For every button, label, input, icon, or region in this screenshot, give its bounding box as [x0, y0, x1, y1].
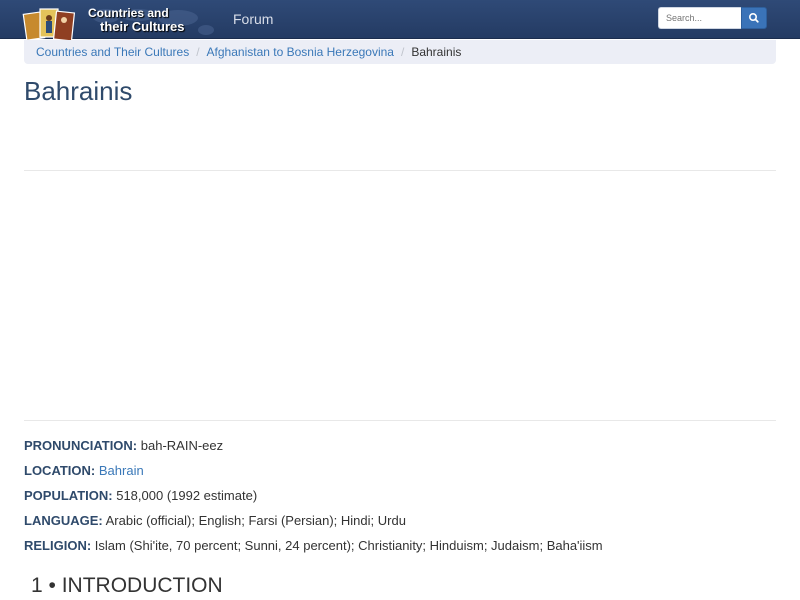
- fact-value: bah-RAIN-eez: [140, 438, 224, 453]
- section-heading-introduction: 1 • INTRODUCTION: [31, 574, 223, 597]
- site-logo[interactable]: Countries and their Cultures: [22, 4, 218, 42]
- divider-bottom: [24, 420, 776, 421]
- fact-label: LANGUAGE:: [24, 513, 103, 528]
- fact-language: LANGUAGE: Arabic (official); English; Fa…: [24, 511, 776, 536]
- facts-list: PRONUNCIATION: bah-RAIN-eez LOCATION: Ba…: [24, 436, 776, 561]
- breadcrumb: Countries and Their Cultures / Afghanistan…: [24, 40, 776, 64]
- breadcrumb-separator: /: [400, 45, 405, 59]
- fact-label: PRONUNCIATION:: [24, 438, 138, 453]
- fact-population: POPULATION: 518,000 (1992 estimate): [24, 486, 776, 511]
- fact-label: POPULATION:: [24, 488, 113, 503]
- breadcrumb-afghanistan-to-bosnia-herzegovina[interactable]: Afghanistan to Bosnia Herzegovina: [207, 45, 394, 59]
- breadcrumb-separator: /: [196, 45, 200, 59]
- page-title: Bahrainis: [24, 76, 133, 106]
- fact-religion: RELIGION: Islam (Shi'ite, 70 percent; Su…: [24, 536, 776, 561]
- site-name-line1: Countries and: [88, 6, 169, 20]
- breadcrumb-current-bahrainis: Bahrainis: [411, 45, 462, 59]
- search-input[interactable]: [658, 7, 741, 29]
- fact-pronunciation: PRONUNCIATION: bah-RAIN-eez: [24, 436, 776, 461]
- breadcrumb-countries-and-their-cultures[interactable]: Countries and Their Cultures: [36, 45, 189, 59]
- fact-location: LOCATION: Bahrain: [24, 461, 776, 486]
- site-name: Countries and their Cultures: [88, 6, 185, 34]
- site-name-line2: their Cultures: [100, 19, 185, 34]
- divider-top: [24, 170, 776, 171]
- fact-value: Arabic (official); English; Farsi (Persi…: [105, 513, 406, 528]
- search-button[interactable]: [741, 7, 767, 29]
- fact-value: 518,000 (1992 estimate): [116, 488, 258, 503]
- fact-label: RELIGION:: [24, 538, 92, 553]
- fact-value: Islam (Shi'ite, 70 percent; Sunni, 24 pe…: [94, 538, 603, 553]
- search-icon: [749, 13, 759, 23]
- top-navbar: Countries and their Cultures Forum: [0, 0, 800, 42]
- nav-forum-link[interactable]: Forum: [233, 11, 273, 27]
- location-link[interactable]: Bahrain: [99, 463, 144, 478]
- fact-label: LOCATION:: [24, 463, 96, 478]
